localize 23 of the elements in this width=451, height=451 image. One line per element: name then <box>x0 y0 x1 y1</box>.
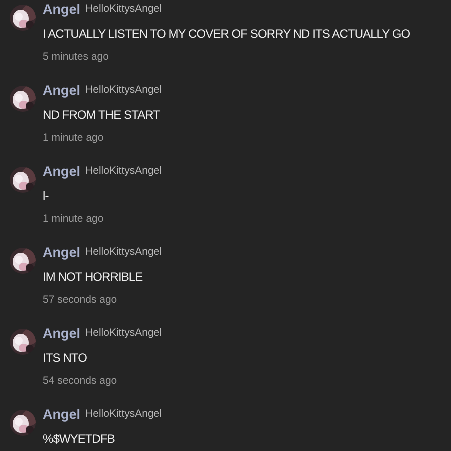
author-handle: HelloKittysAngel <box>86 84 162 96</box>
comment-time: 57 seconds ago <box>43 294 118 306</box>
comment-text: I ACTUALLY LISTEN TO MY COVER OF SORRY ND ITS ACTUALLY GO <box>43 26 410 42</box>
author-handle: HelloKittysAngel <box>86 408 162 420</box>
comment-text: ITS NTO <box>43 350 88 366</box>
author-handle: HelloKittysAngel <box>86 246 162 258</box>
comment-time: 1 minute ago <box>43 132 105 144</box>
author-name[interactable]: Angel <box>43 82 81 98</box>
author-name[interactable]: Angel <box>43 2 81 16</box>
comment-text: IM NOT HORRIBLE <box>43 269 144 285</box>
comment-text: %$WYETDFB <box>43 431 116 447</box>
comment-time: 54 seconds ago <box>43 375 118 387</box>
author-name[interactable]: Angel <box>43 326 81 340</box>
author-name[interactable]: Angel <box>43 164 81 178</box>
comment-text: ND FROM THE START <box>43 107 162 123</box>
comment-time: 1 minute ago <box>43 213 105 225</box>
comment-text: l- <box>43 188 50 204</box>
author-handle: HelloKittysAngel <box>86 165 162 177</box>
author-handle: HelloKittysAngel <box>86 327 162 339</box>
author-name[interactable]: Angel <box>43 406 81 422</box>
comment-time: 5 minutes ago <box>43 51 110 63</box>
author-handle: HelloKittysAngel <box>86 3 162 15</box>
author-name[interactable]: Angel <box>43 244 81 260</box>
